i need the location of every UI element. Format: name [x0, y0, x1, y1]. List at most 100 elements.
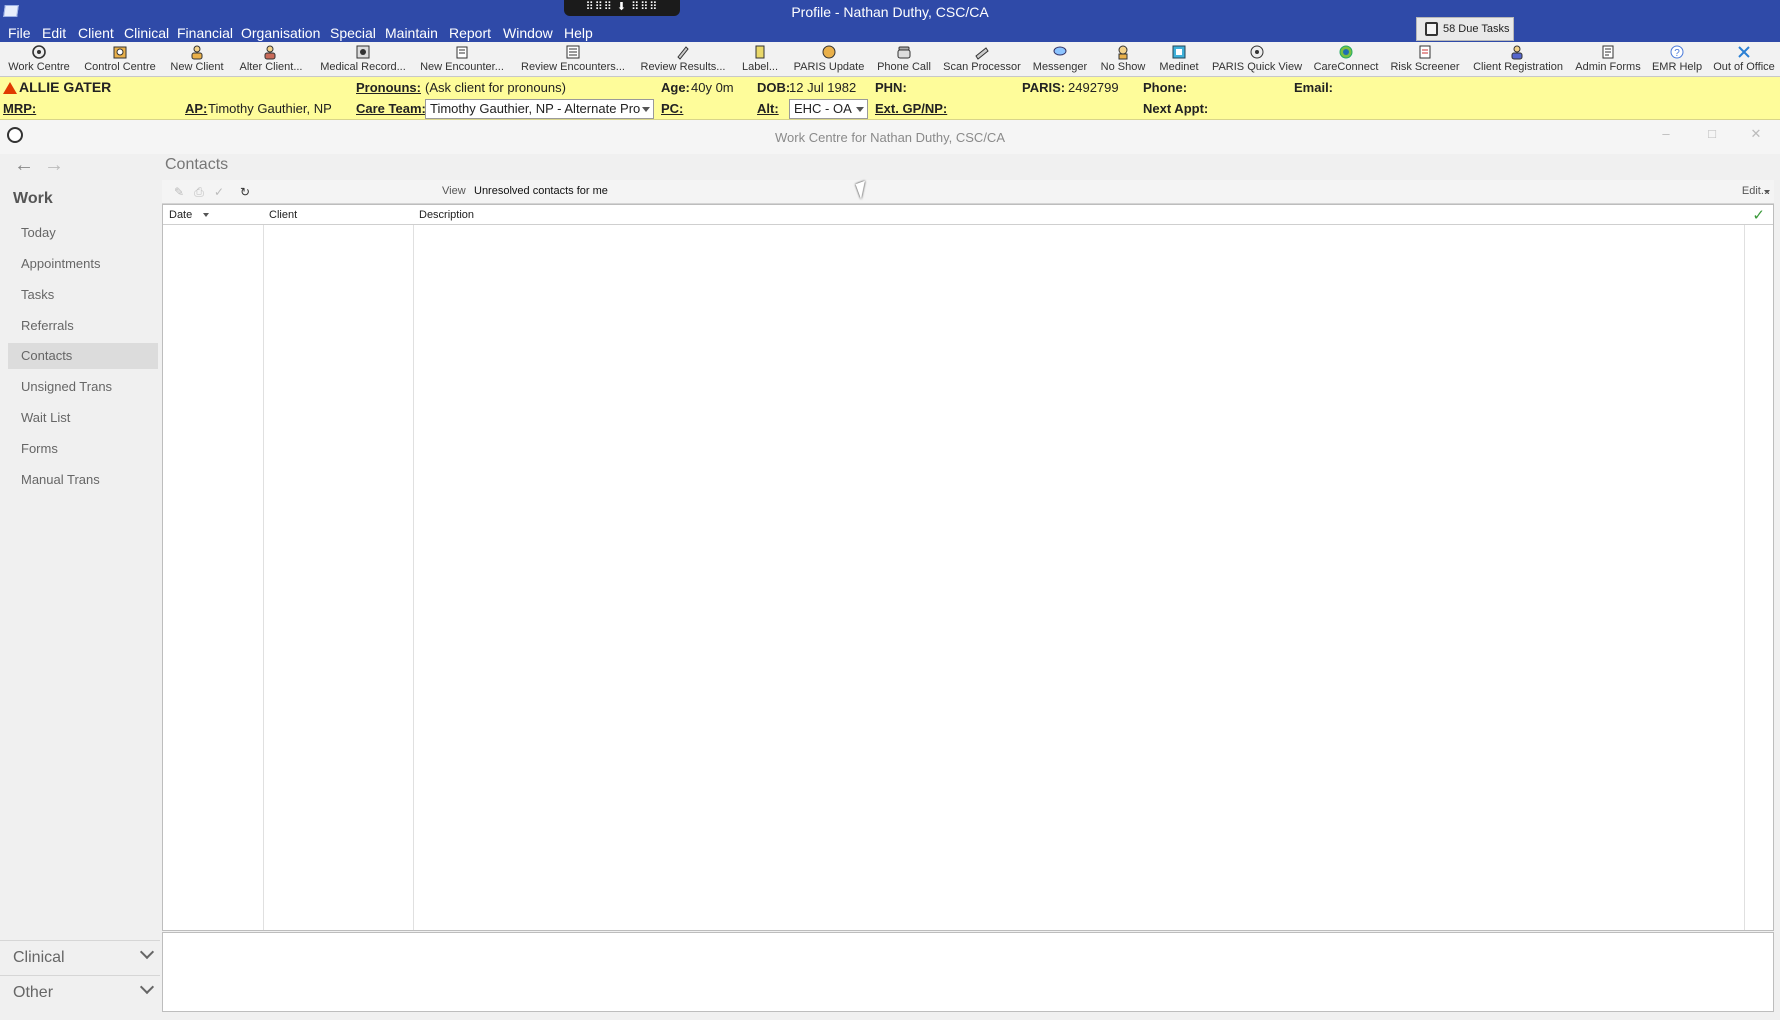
- sidebar-item-today[interactable]: Today: [8, 220, 158, 246]
- column-divider: [263, 225, 264, 930]
- help-icon: ?: [1670, 45, 1684, 59]
- menu-special[interactable]: Special: [330, 24, 376, 42]
- next-appt-label: Next Appt:: [1143, 101, 1209, 116]
- alt-select[interactable]: EHC - OA: [789, 99, 868, 119]
- care-team-label[interactable]: Care Team:: [356, 101, 426, 116]
- back-arrow-icon[interactable]: ←: [14, 154, 34, 177]
- resolve-icon[interactable]: ✎: [172, 185, 186, 199]
- tasks-icon: [1425, 22, 1438, 36]
- sidebar-item-appointments[interactable]: Appointments: [8, 251, 158, 277]
- new-encounter-button[interactable]: New Encounter...: [418, 42, 506, 77]
- messenger-icon: [1053, 46, 1067, 56]
- page-title: Contacts: [165, 156, 229, 173]
- column-header-description[interactable]: Description: [419, 209, 474, 221]
- menu-clinical[interactable]: Clinical: [124, 24, 169, 42]
- menu-window[interactable]: Window: [503, 24, 553, 42]
- paris-update-icon: [822, 45, 836, 59]
- menu-financial[interactable]: Financial: [177, 24, 233, 42]
- check-icon[interactable]: ✓: [212, 185, 226, 199]
- menu-help[interactable]: Help: [564, 24, 593, 42]
- work-centre-button[interactable]: Work Centre: [6, 42, 72, 77]
- medinet-button[interactable]: Medinet: [1156, 42, 1202, 77]
- client-registration-button[interactable]: Client Registration: [1470, 42, 1566, 77]
- toolbar-label: Scan Processor: [943, 61, 1021, 73]
- menu-edit[interactable]: Edit: [42, 24, 66, 42]
- print-icon[interactable]: ⎙: [192, 185, 206, 199]
- admin-forms-button[interactable]: Admin Forms: [1574, 42, 1642, 77]
- view-toolbar: ✎ ⎙ ✓ ↻ View Unresolved contacts for me …: [162, 180, 1774, 204]
- view-select[interactable]: Unresolved contacts for me: [470, 182, 1770, 202]
- review-results-button[interactable]: Review Results...: [638, 42, 728, 77]
- due-tasks-button[interactable]: 58 Due Tasks: [1416, 17, 1514, 41]
- paris-value: 2492799: [1068, 80, 1119, 95]
- menu-organisation[interactable]: Organisation: [241, 24, 320, 42]
- new-client-icon: [191, 45, 203, 60]
- out-of-office-icon: [1738, 46, 1750, 58]
- paris-update-button[interactable]: PARIS Update: [792, 42, 866, 77]
- out-of-office-button[interactable]: Out of Office: [1710, 42, 1778, 77]
- scanner-icon: [975, 47, 989, 60]
- column-divider: [1744, 225, 1745, 930]
- close-icon[interactable]: ✕: [1748, 126, 1764, 142]
- emr-help-button[interactable]: ? EMR Help: [1650, 42, 1704, 77]
- alt-label[interactable]: Alt:: [757, 101, 779, 116]
- sidebar-item-forms[interactable]: Forms: [8, 436, 158, 462]
- risk-screener-button[interactable]: Risk Screener: [1390, 42, 1460, 77]
- careconnect-button[interactable]: CareConnect: [1310, 42, 1382, 77]
- sidebar-item-wait-list[interactable]: Wait List: [8, 405, 158, 431]
- patient-name[interactable]: ALLIE GATER: [19, 79, 111, 95]
- toolbar-label: Medinet: [1159, 61, 1199, 73]
- minimize-icon[interactable]: –: [1658, 126, 1674, 142]
- alter-client-button[interactable]: Alter Client...: [236, 42, 306, 77]
- ap-value: Timothy Gauthier, NP: [208, 101, 332, 116]
- sidebar-section-other[interactable]: Other: [0, 975, 160, 1009]
- no-show-button[interactable]: No Show: [1098, 42, 1148, 77]
- ext-gp-label[interactable]: Ext. GP/NP:: [875, 101, 947, 116]
- sidebar-heading-work[interactable]: Work: [13, 190, 53, 208]
- forward-arrow-icon[interactable]: →: [44, 154, 64, 177]
- paris-quick-view-button[interactable]: PARIS Quick View: [1210, 42, 1304, 77]
- toolbar-label: No Show: [1100, 61, 1146, 73]
- sidebar-item-referrals[interactable]: Referrals: [8, 313, 158, 339]
- review-encounters-icon: [566, 45, 580, 59]
- resolved-check-icon[interactable]: ✓: [1752, 206, 1765, 224]
- messenger-button[interactable]: Messenger: [1030, 42, 1090, 77]
- new-client-button[interactable]: New Client: [168, 42, 226, 77]
- review-encounters-button[interactable]: Review Encounters...: [518, 42, 628, 77]
- sidebar-item-tasks[interactable]: Tasks: [8, 282, 158, 308]
- admin-forms-icon: [1602, 45, 1614, 59]
- control-centre-button[interactable]: Control Centre: [84, 42, 156, 77]
- menu-file[interactable]: File: [8, 24, 31, 42]
- chevron-down-icon: [139, 944, 155, 960]
- maximize-icon[interactable]: □: [1704, 126, 1720, 142]
- contacts-table[interactable]: Date Client Description ✓: [162, 204, 1774, 931]
- care-team-select[interactable]: Timothy Gauthier, NP - Alternate Pro: [425, 99, 654, 119]
- toolbar: Work Centre Control Centre New Client Al…: [0, 42, 1780, 77]
- due-tasks-label: 58 Due Tasks: [1443, 23, 1510, 35]
- risk-screener-icon: [1419, 45, 1431, 59]
- column-header-date[interactable]: Date: [169, 209, 192, 221]
- sort-desc-icon: [203, 213, 209, 217]
- pc-label[interactable]: PC:: [661, 101, 683, 116]
- menu-client[interactable]: Client: [78, 24, 114, 42]
- scan-processor-button[interactable]: Scan Processor: [942, 42, 1022, 77]
- careconnect-icon: [1339, 45, 1353, 59]
- column-header-client[interactable]: Client: [269, 209, 297, 221]
- refresh-icon[interactable]: ↻: [238, 185, 252, 199]
- menu-maintain[interactable]: Maintain: [385, 24, 438, 42]
- medical-record-button[interactable]: Medical Record...: [318, 42, 408, 77]
- detail-pane: [162, 932, 1774, 1012]
- sidebar-section-clinical[interactable]: Clinical: [0, 940, 160, 974]
- menu-report[interactable]: Report: [449, 24, 491, 42]
- edit-view-button[interactable]: Edit...: [1742, 185, 1770, 197]
- mrp-label[interactable]: MRP:: [3, 101, 36, 116]
- pronouns-label[interactable]: Pronouns:: [356, 80, 421, 95]
- ap-label[interactable]: AP:: [185, 101, 207, 116]
- control-centre-icon: [113, 46, 127, 59]
- sidebar-item-unsigned-trans[interactable]: Unsigned Trans: [8, 374, 158, 400]
- phone-call-button[interactable]: Phone Call: [874, 42, 934, 77]
- sidebar-item-manual-trans[interactable]: Manual Trans: [8, 467, 158, 493]
- label-button[interactable]: Label...: [736, 42, 784, 77]
- toolbar-label: PARIS Update: [793, 61, 865, 73]
- sidebar-item-contacts[interactable]: Contacts: [8, 343, 158, 369]
